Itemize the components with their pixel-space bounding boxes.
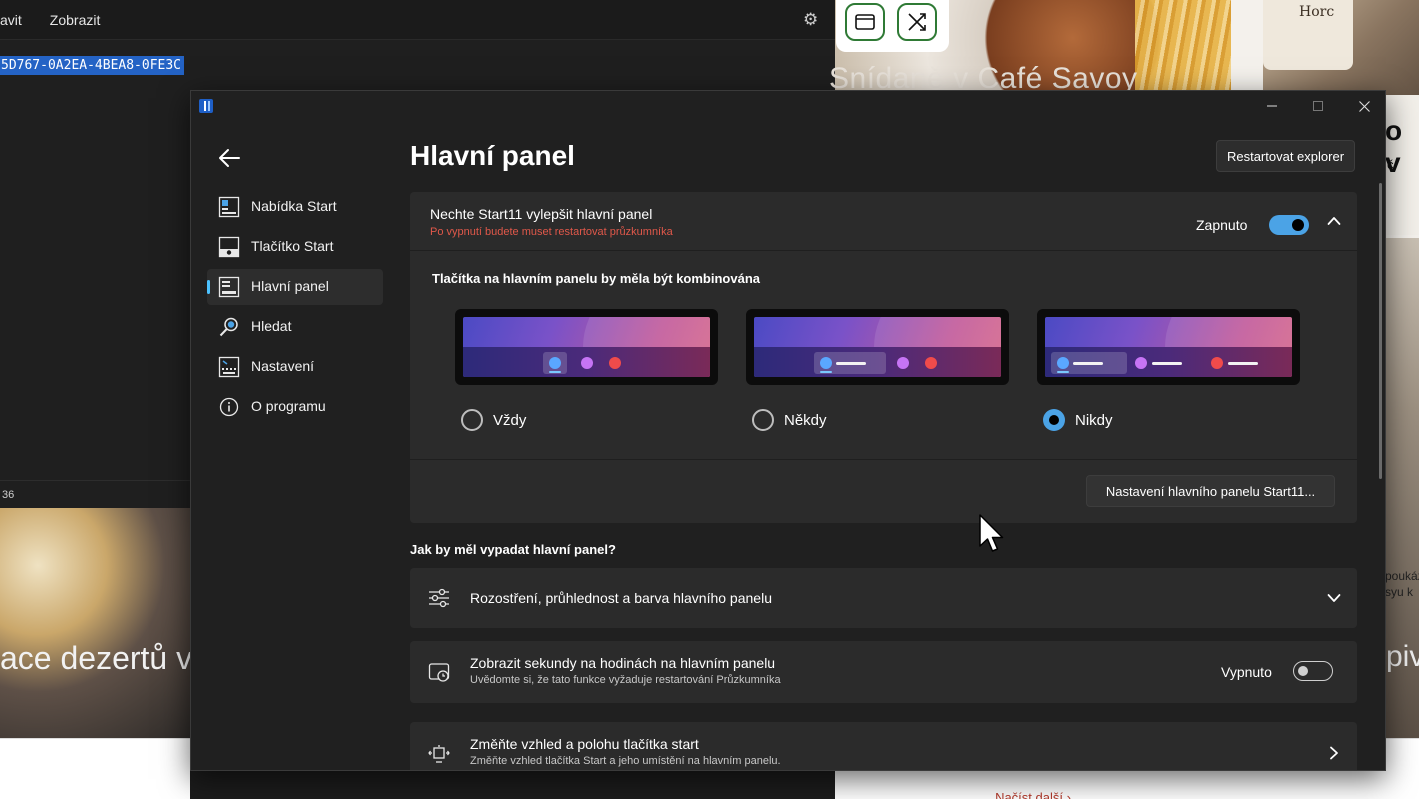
menu-view[interactable]: Zobrazit	[50, 12, 101, 28]
title-bar[interactable]	[191, 91, 1385, 121]
chevron-right-icon[interactable]	[1327, 746, 1341, 760]
row-subtitle: Změňte vzhled tlačítka Start a jeho umís…	[470, 755, 781, 767]
section-heading: Jak by měl vypadat hlavní panel?	[410, 542, 616, 557]
radio-circle	[461, 409, 483, 431]
radio-never[interactable]: Nikdy	[1043, 408, 1113, 432]
info-icon	[219, 397, 239, 417]
side-article: o v č	[1385, 95, 1419, 235]
shuffle-icon[interactable]	[897, 3, 937, 41]
side-big-title: piv	[1386, 640, 1419, 673]
scrollbar[interactable]	[1379, 183, 1382, 479]
sidebar-item-label: O programu	[251, 398, 326, 414]
close-icon	[1358, 100, 1370, 112]
sidebar-item-label: Hlavní panel	[251, 278, 329, 294]
radio-circle	[752, 409, 774, 431]
start11-window: Nabídka Start Tlačítko Start Hlavní pane…	[190, 90, 1386, 771]
radio-sometimes[interactable]: Někdy	[752, 408, 827, 432]
close-button[interactable]	[1341, 91, 1385, 121]
mouse-cursor-icon	[979, 514, 1004, 552]
preview-always[interactable]	[455, 309, 718, 385]
back-arrow-icon[interactable]	[217, 147, 241, 169]
row-clock-seconds: Zobrazit sekundy na hodinách na hlavním …	[410, 641, 1357, 703]
radio-label: Vždy	[493, 411, 527, 429]
sidebar-item-label: Nabídka Start	[251, 198, 337, 214]
editor-menubar: avit Zobrazit	[0, 0, 835, 40]
floating-toolbar	[836, 0, 949, 52]
sliders-icon	[429, 588, 449, 608]
sidebar-nav: Nabídka Start Tlačítko Start Hlavní pane…	[207, 189, 383, 429]
radio-circle	[1043, 409, 1065, 431]
side-small: č	[1387, 157, 1394, 172]
search-icon	[219, 317, 238, 337]
taskbar-icon	[218, 276, 240, 298]
gear-icon[interactable]: ⚙	[803, 11, 821, 29]
start-menu-icon	[218, 196, 240, 218]
load-more-link[interactable]: Načíst další ›	[835, 790, 1231, 799]
restart-explorer-button[interactable]: Restartovat explorer	[1216, 140, 1355, 172]
row-title: Změňte vzhled a polohu tlačítka start	[470, 736, 699, 752]
status-text: 36	[2, 489, 15, 501]
preview-never[interactable]	[1037, 309, 1300, 385]
card-header[interactable]: Nechte Start11 vylepšit hlavní panel Po …	[410, 192, 1357, 251]
row-subtitle: Uvědomte si, že tato funkce vyžaduje res…	[470, 674, 781, 686]
sidebar-item-label: Nastavení	[251, 358, 315, 374]
side-text-body: poukáz syu k	[1385, 569, 1419, 599]
start-position-icon	[428, 745, 450, 763]
enhance-toggle[interactable]	[1269, 215, 1309, 235]
fries-photo	[1135, 0, 1231, 95]
radio-always[interactable]: Vždy	[461, 408, 526, 432]
taskbar-enhance-card: Nechte Start11 vylepšit hlavní panel Po …	[410, 192, 1357, 523]
clock-icon	[428, 663, 450, 682]
card-title: Nechte Start11 vylepšit hlavní panel	[430, 206, 653, 222]
combine-label: Tlačítka na hlavním panelu by měla být k…	[432, 271, 760, 286]
dessert-title[interactable]: ace dezertů v	[0, 640, 192, 677]
start-button-icon	[218, 236, 240, 258]
side-text: poukáz syu k 3	[1385, 568, 1419, 600]
sidebar-item-taskbar[interactable]: Hlavní panel	[207, 269, 383, 305]
minimize-button[interactable]	[1249, 91, 1295, 121]
sidebar-item-start-menu[interactable]: Nabídka Start	[207, 189, 383, 225]
minimize-icon	[1267, 105, 1277, 107]
divider	[410, 459, 1357, 460]
settings-keyboard-icon	[218, 356, 240, 378]
preview-sometimes[interactable]	[746, 309, 1009, 385]
chevron-up-icon[interactable]	[1327, 214, 1341, 228]
row-title: Zobrazit sekundy na hodinách na hlavním …	[470, 655, 776, 671]
clock-seconds-toggle[interactable]	[1293, 661, 1333, 681]
dessert-photo: ace dezertů v	[0, 508, 192, 738]
sidebar-item-about[interactable]: O programu	[207, 389, 383, 425]
jar-label: Horc	[1263, 0, 1353, 70]
window-icon[interactable]	[845, 3, 885, 41]
menu-edit[interactable]: avit	[0, 12, 22, 28]
page-bottom-left	[0, 738, 190, 799]
taskbar-settings-button[interactable]: Nastavení hlavního panelu Start11...	[1086, 475, 1335, 507]
maximize-button[interactable]	[1295, 91, 1341, 121]
sidebar-item-label: Hledat	[251, 318, 292, 334]
selected-text: 5D767-0A2EA-4BEA8-0FE3C	[0, 56, 185, 75]
sidebar-item-settings[interactable]: Nastavení	[207, 349, 383, 385]
page-title: Hlavní panel	[410, 140, 575, 171]
row-blur-transparency[interactable]: Rozostření, průhlednost a barva hlavního…	[410, 568, 1357, 628]
card-warning: Po vypnutí budete muset restartovat průz…	[430, 226, 673, 238]
row-title: Rozostření, průhlednost a barva hlavního…	[470, 590, 772, 606]
sidebar-item-start-button[interactable]: Tlačítko Start	[207, 229, 383, 265]
maximize-icon	[1313, 101, 1323, 111]
chevron-down-icon[interactable]	[1327, 591, 1341, 605]
row-start-button-position[interactable]: Změňte vzhled a polohu tlačítka start Zm…	[410, 722, 1357, 770]
radio-label: Nikdy	[1075, 411, 1113, 429]
toggle-state-label: Zapnuto	[1196, 217, 1248, 233]
sidebar-item-label: Tlačítko Start	[251, 238, 334, 254]
radio-label: Někdy	[784, 411, 827, 429]
toggle-state-label: Vypnuto	[1221, 664, 1272, 680]
start11-icon	[199, 99, 213, 113]
sidebar-item-search[interactable]: Hledat	[207, 309, 383, 345]
